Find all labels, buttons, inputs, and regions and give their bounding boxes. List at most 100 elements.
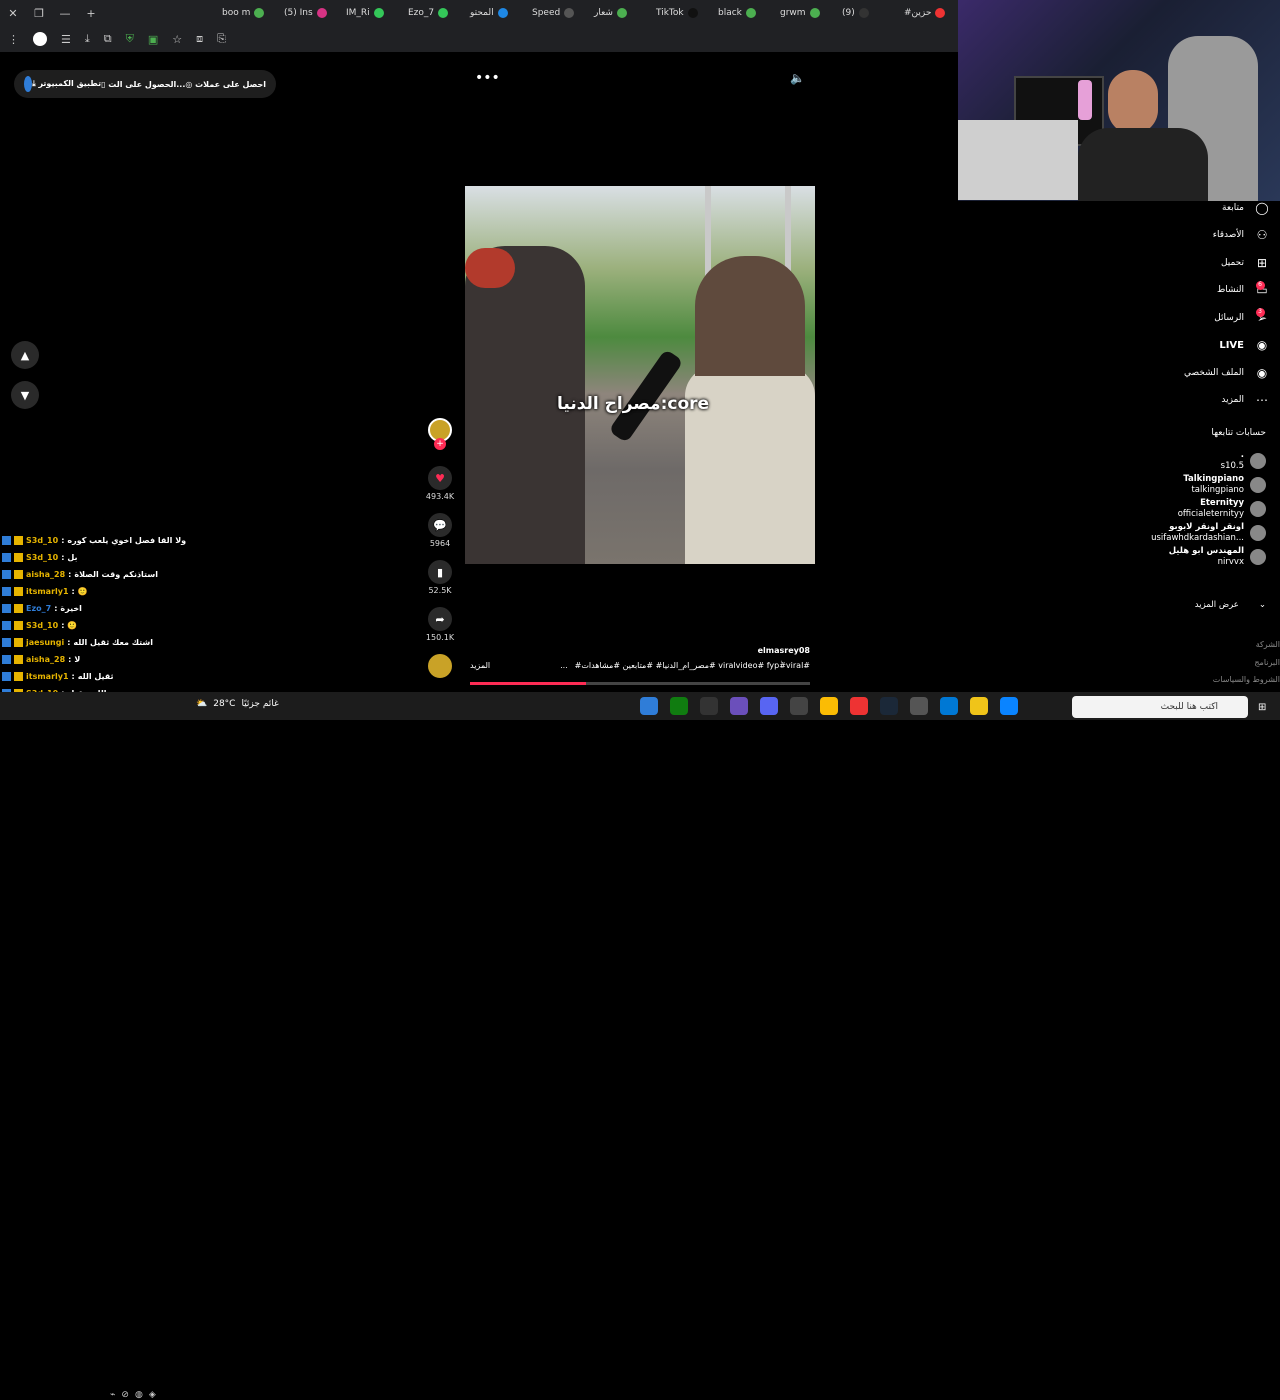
sidebar-item[interactable]: الرسائل ➢ 3 (1120, 304, 1270, 332)
settings-gear-icon[interactable] (910, 697, 928, 715)
browser-tab[interactable]: TikTok (650, 0, 712, 26)
discord-icon[interactable] (760, 697, 778, 715)
close-window-icon[interactable]: ✕ (0, 7, 26, 20)
browser-toolbar: ⋮ ☰ ⤓ ⧉ ⛨ ▣ ☆ ⧈ ⎘ (0, 26, 960, 52)
restore-window-icon[interactable]: ❐ (26, 7, 52, 20)
weather-widget[interactable]: ⛅ 28°C غائم جزئيًا (196, 699, 279, 709)
minimize-button[interactable]: — (52, 7, 78, 20)
pc-app-button[interactable]: ⤓ تطبيق الكمبيوتر (32, 79, 101, 89)
steam-icon[interactable] (880, 697, 898, 715)
tab-label: black (718, 8, 742, 18)
more-link[interactable]: المزيد (470, 661, 490, 670)
avatar[interactable] (24, 76, 33, 92)
windows-start-icon[interactable]: ⊞ (1258, 702, 1266, 713)
get-coins-label: احصل على عملات (195, 79, 266, 89)
following-account[interactable]: المهندس ابو هليل nirvvx (1140, 546, 1266, 568)
translate-icon[interactable]: ⧈ (196, 32, 203, 46)
previous-video-button[interactable]: ▲ (11, 341, 39, 369)
folder-icon[interactable] (970, 697, 988, 715)
calculator-icon[interactable] (790, 697, 808, 715)
shield-icon[interactable]: ⛨ (126, 32, 134, 46)
powershell-icon[interactable] (640, 697, 658, 715)
share-arrow-icon[interactable]: ➦ (428, 607, 452, 631)
sidebar-item[interactable]: الملف الشخصي ◉ (1120, 359, 1270, 387)
video-player[interactable]: مصراح الدنيا:core (465, 186, 815, 564)
platform-badge-icon (2, 536, 11, 545)
footer-program[interactable]: البرنامج (1200, 658, 1280, 667)
get-coins-button[interactable]: ◎ احصل على عملات (185, 80, 266, 89)
volume-icon[interactable]: 🔈 (790, 71, 805, 85)
following-account[interactable]: Talkingpiano talkingpiano (1140, 474, 1266, 496)
action-rail: + ♥ 493.4K 💬 5964 ▮ 52.5K ➦ 150.1K (424, 418, 456, 678)
bookmark-icon[interactable]: ▮ (428, 560, 452, 584)
tray-icon[interactable]: ⌁ (110, 1390, 115, 1400)
xbox-icon[interactable] (670, 697, 688, 715)
tab-search-icon[interactable]: ☰ (61, 33, 71, 46)
next-video-button[interactable]: ▼ (11, 381, 39, 409)
red-hat-figure (465, 248, 515, 288)
chat-sep: : (61, 621, 65, 630)
activity-icon: ▭ 6 (1255, 280, 1268, 298)
following-account[interactable]: اونقر اونقر لابوبو usifawhdkardashian... (1140, 522, 1266, 544)
browser-tab[interactable]: (5) Ins (278, 0, 340, 26)
tab-favicon-icon (254, 8, 265, 18)
music-disc-icon[interactable] (428, 654, 452, 678)
tray-icon[interactable]: ◈ (149, 1390, 156, 1400)
sub-badge-icon (14, 536, 23, 545)
browser-tab[interactable]: boo m (216, 0, 278, 26)
chat-username: S3d_10 (26, 536, 59, 545)
app-icon[interactable] (730, 697, 748, 715)
sidebar-item[interactable]: الأصدقاء ⚇ (1120, 222, 1270, 250)
footer-terms[interactable]: الشروط والسياسات (1200, 675, 1280, 684)
like-heart-icon[interactable]: ♥ (428, 466, 452, 490)
follow-plus-icon[interactable]: + (434, 438, 446, 450)
tab-label: Speed (532, 8, 561, 18)
browser-tab[interactable]: ‎#حزين (898, 0, 960, 26)
menu-dots-icon[interactable]: ⋮ (8, 33, 19, 46)
browser-tab[interactable]: (9) (836, 0, 898, 26)
chat-sep: : (68, 570, 72, 579)
windows-search-input[interactable]: اكتب هنا للبحث (1072, 696, 1248, 718)
footer-company[interactable]: الشركة (1200, 640, 1280, 649)
adblock-icon[interactable]: ▣ (148, 33, 158, 46)
chat-sep: : (71, 672, 75, 681)
browser-tab[interactable]: المحتو (464, 0, 526, 26)
bookmark-star-icon[interactable]: ☆ (172, 33, 182, 46)
following-account[interactable]: Eternityy officialeternityy (1140, 498, 1266, 520)
video-hashtags[interactable]: #مصر_ام_الدنيا# #متابعين #مشاهدات# viral… (575, 661, 810, 670)
sidebar-item[interactable]: LIVE ◉ (1120, 332, 1270, 360)
taskbar-apps (640, 697, 1018, 715)
tray-icon[interactable]: ◍ (135, 1390, 143, 1400)
profile-icon[interactable] (33, 32, 47, 46)
weather-text: غائم جزئيًا (241, 699, 279, 709)
account-name: Eternityy (1200, 498, 1244, 508)
following-account[interactable]: . s10.5 (1140, 450, 1266, 472)
browser-tab[interactable]: Speed (526, 0, 588, 26)
get-app-button[interactable]: ▯ الحصول على الت... (101, 80, 185, 89)
video-username[interactable]: elmasrey08 (470, 646, 810, 655)
sidebar-item[interactable]: تحميل ⊞ (1120, 249, 1270, 277)
sidebar-item[interactable]: النشاط ▭ 6 (1120, 277, 1270, 305)
tray-icon[interactable]: ⊘ (121, 1390, 129, 1400)
video-progress-bar[interactable] (470, 682, 810, 685)
obs-icon[interactable] (850, 697, 868, 715)
browser-tab[interactable]: grwm (774, 0, 836, 26)
edge-icon[interactable] (1000, 697, 1018, 715)
comment-icon[interactable]: 💬 (428, 513, 452, 537)
outlook-icon[interactable] (940, 697, 958, 715)
sidebar-item-label: الملف الشخصي (1184, 367, 1244, 378)
video-info: elmasrey08 المزيد ... #مصر_ام_الدنيا# #م… (470, 646, 810, 670)
browser-tab[interactable]: شعار (588, 0, 650, 26)
new-tab-button[interactable]: + (78, 7, 104, 20)
browser-tab[interactable]: Ezo_7 (402, 0, 464, 26)
terminal-icon[interactable] (700, 697, 718, 715)
browser-tab[interactable]: IM_Ri (340, 0, 402, 26)
sidebar-item[interactable]: المزيد ⋯ (1120, 387, 1270, 415)
download-icon[interactable]: ⤓ (85, 32, 90, 46)
extensions-icon[interactable]: ⧉ (104, 32, 112, 46)
browser-tab[interactable]: black (712, 0, 774, 26)
video-options-icon[interactable]: ••• (475, 70, 500, 86)
show-more-button[interactable]: عرض المزيد ⌄ (1140, 600, 1266, 610)
share-icon[interactable]: ⎘ (217, 32, 226, 46)
chrome-icon[interactable] (820, 697, 838, 715)
